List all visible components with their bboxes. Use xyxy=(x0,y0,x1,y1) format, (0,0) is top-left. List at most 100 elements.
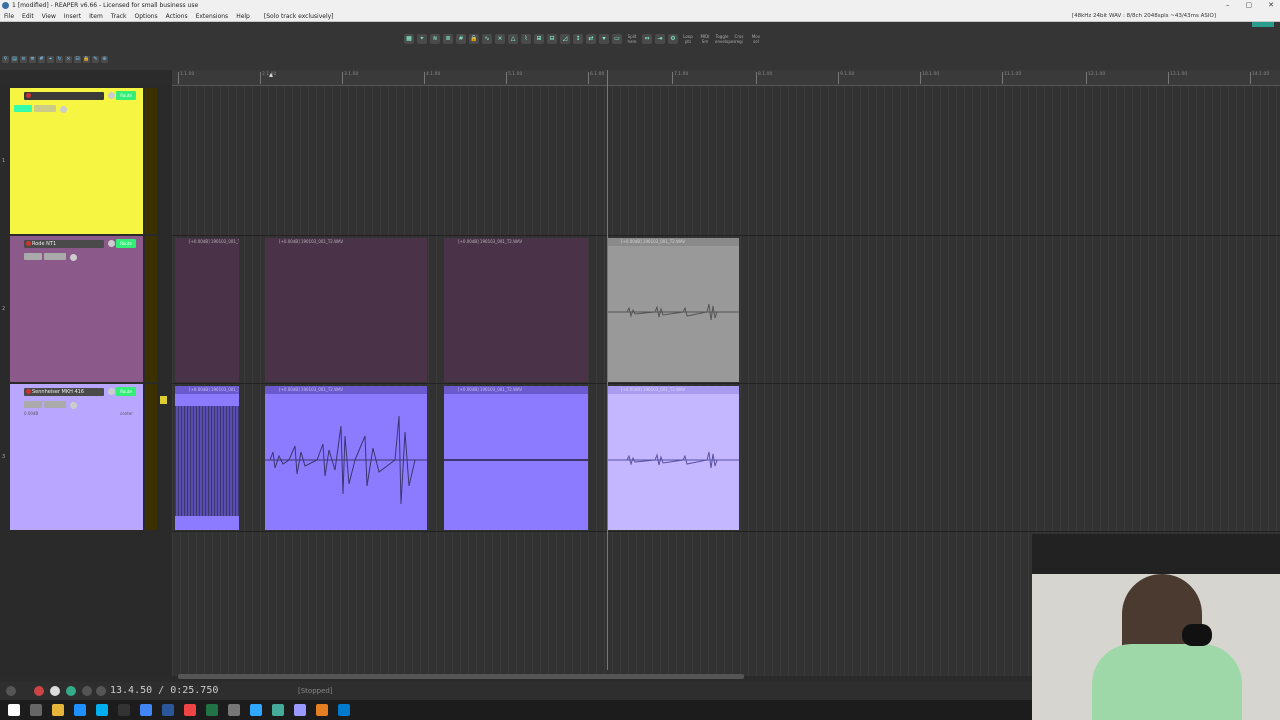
fade-icon[interactable]: ◿ xyxy=(560,34,570,44)
snap-icon[interactable]: ⌖ xyxy=(47,56,54,63)
mute-solo-buttons[interactable] xyxy=(24,401,42,408)
ripple-icon[interactable]: ≋ xyxy=(430,34,440,44)
grid-icon[interactable]: # xyxy=(38,56,45,63)
marker-icon[interactable]: ▾ xyxy=(599,34,609,44)
menu-item[interactable]: Item xyxy=(89,11,103,21)
mute-solo-buttons[interactable] xyxy=(24,253,42,260)
envelope-icon[interactable]: ∿ xyxy=(482,34,492,44)
route-button[interactable]: Route xyxy=(116,239,136,248)
split-icon[interactable]: ⌇ xyxy=(521,34,531,44)
pan-knob[interactable] xyxy=(70,254,77,261)
record-arm-button[interactable] xyxy=(26,389,31,394)
media-item[interactable]: [+0.00dB] 190103_001_T3.WAV xyxy=(175,238,239,382)
pencil-icon[interactable]: ✎ xyxy=(92,56,99,63)
menu-extensions[interactable]: Extensions xyxy=(196,11,229,21)
vscode-icon[interactable] xyxy=(338,704,350,716)
volume-knob[interactable] xyxy=(108,388,115,395)
loop-button[interactable] xyxy=(66,686,76,696)
windows-start-icon[interactable] xyxy=(8,704,20,716)
play-button[interactable] xyxy=(50,686,60,696)
media-item-selected[interactable]: [+0.00dB] 190103_001_T2.WAV xyxy=(607,238,739,382)
app-icon[interactable] xyxy=(228,704,240,716)
ripple-all-icon[interactable]: ≣ xyxy=(29,56,36,63)
trim-icon[interactable]: ⊟ xyxy=(547,34,557,44)
menu-actions[interactable]: Actions xyxy=(166,11,188,21)
grid-icon[interactable]: ▦ xyxy=(404,34,414,44)
midi-button[interactable]: MIDI Sm xyxy=(698,34,712,44)
reaper-taskbar-icon[interactable] xyxy=(272,704,284,716)
toggle-envelopes-button[interactable]: Toggle envelopes xyxy=(715,34,735,44)
crossfade-regions-button[interactable]: Cros regi xyxy=(732,34,746,44)
menu-help[interactable]: Help xyxy=(236,11,250,21)
word-icon[interactable] xyxy=(162,704,174,716)
edit-cursor[interactable] xyxy=(607,70,608,670)
loop-icon[interactable]: ↻ xyxy=(56,56,63,63)
track-name-field[interactable]: Sennheiser MKH 416 xyxy=(24,388,104,396)
time-display[interactable]: 13.4.50 / 0:25.750 xyxy=(110,685,218,696)
pan-knob[interactable] xyxy=(60,106,67,113)
minimize-button[interactable]: – xyxy=(1226,0,1230,11)
menu-track[interactable]: Track xyxy=(111,11,127,21)
lock-icon[interactable]: 🔒 xyxy=(469,34,479,44)
maximize-button[interactable]: ▢ xyxy=(1246,0,1253,11)
media-item[interactable]: [+0.00dB] 190103_001_T2.WAV xyxy=(265,386,427,530)
volume-knob[interactable] xyxy=(108,240,115,247)
track-1-panel[interactable]: Route 1 xyxy=(2,88,143,234)
grid-toggle-icon[interactable]: # xyxy=(456,34,466,44)
mail-icon[interactable] xyxy=(74,704,86,716)
glue-icon[interactable]: ⊞ xyxy=(534,34,544,44)
media-item[interactable]: [+0.00dB] 190103_001_T2.WAV xyxy=(265,238,427,382)
nudge-icon[interactable]: ⇥ xyxy=(655,34,665,44)
pan-knob[interactable] xyxy=(70,402,77,409)
envelope-button[interactable] xyxy=(44,253,66,260)
route-button[interactable]: Route xyxy=(116,387,136,396)
menu-file[interactable]: File xyxy=(4,11,14,21)
ripple-icon[interactable]: ≋ xyxy=(20,56,27,63)
app-icon[interactable] xyxy=(184,704,196,716)
media-item[interactable]: [+0.00dB] 190103_001_T2.WAV xyxy=(175,386,239,530)
route-button[interactable]: Route xyxy=(116,91,136,100)
metronome-icon[interactable]: △ xyxy=(508,34,518,44)
ripple-all-icon[interactable]: ≣ xyxy=(443,34,453,44)
record-button[interactable] xyxy=(34,686,44,696)
pause-button[interactable] xyxy=(82,686,92,696)
zoom-icon[interactable]: ⊕ xyxy=(101,56,108,63)
track-2-panel[interactable]: Rode NT1 Route 2 xyxy=(2,236,143,382)
stop-button[interactable] xyxy=(96,686,106,696)
region-icon[interactable]: ▭ xyxy=(612,34,622,44)
filter-icon[interactable]: ⚲ xyxy=(2,56,9,63)
chrome-icon[interactable] xyxy=(140,704,152,716)
envelope-button[interactable] xyxy=(34,105,56,112)
mute-solo-buttons[interactable] xyxy=(14,105,32,112)
file-explorer-icon[interactable] xyxy=(52,704,64,716)
menu-insert[interactable]: Insert xyxy=(64,11,81,21)
record-arm-button[interactable] xyxy=(26,93,31,98)
media-item[interactable]: [+0.00dB] 190103_001_T2.WAV xyxy=(444,238,588,382)
envelope-button[interactable] xyxy=(44,401,66,408)
track-name-field[interactable]: Rode NT1 xyxy=(24,240,104,248)
app-icon[interactable] xyxy=(316,704,328,716)
loop-points-button[interactable]: Loop pts xyxy=(681,34,695,44)
search-icon[interactable] xyxy=(30,704,42,716)
normalize-icon[interactable]: ↕ xyxy=(573,34,583,44)
item-props-icon[interactable]: ⚙ xyxy=(668,34,678,44)
menu-view[interactable]: View xyxy=(42,11,56,21)
excel-icon[interactable] xyxy=(206,704,218,716)
go-to-start-icon[interactable] xyxy=(6,686,16,696)
menu-options[interactable]: Options xyxy=(135,11,158,21)
audio-device-info[interactable]: [48kHz 24bit WAV : 8/8ch 2048spls ~43/43… xyxy=(1072,11,1216,22)
close-button[interactable]: ✕ xyxy=(1268,0,1274,11)
record-arm-button[interactable] xyxy=(26,241,31,246)
crossfade-icon[interactable]: ⨯ xyxy=(495,34,505,44)
reverse-icon[interactable]: ⇄ xyxy=(586,34,596,44)
media-item-selected[interactable]: [+0.00dB] 190103_001_T2.WAV xyxy=(607,386,739,530)
folder-icon[interactable]: ▤ xyxy=(11,56,18,63)
media-item[interactable]: [+0.00dB] 190103_001_T2.WAV xyxy=(444,386,588,530)
timeline-ruler[interactable]: 1.1.00 2.1.00 3.1.00 4.1.00 5.1.00 6.1.0… xyxy=(172,70,1280,86)
skype-icon[interactable] xyxy=(96,704,108,716)
auto-crossfade-icon[interactable]: ⨯ xyxy=(65,56,72,63)
horizontal-scrollbar[interactable] xyxy=(178,674,744,679)
volume-knob[interactable] xyxy=(108,92,115,99)
snap-icon[interactable]: ⌖ xyxy=(417,34,427,44)
lock-icon[interactable]: 🔒 xyxy=(83,56,90,63)
